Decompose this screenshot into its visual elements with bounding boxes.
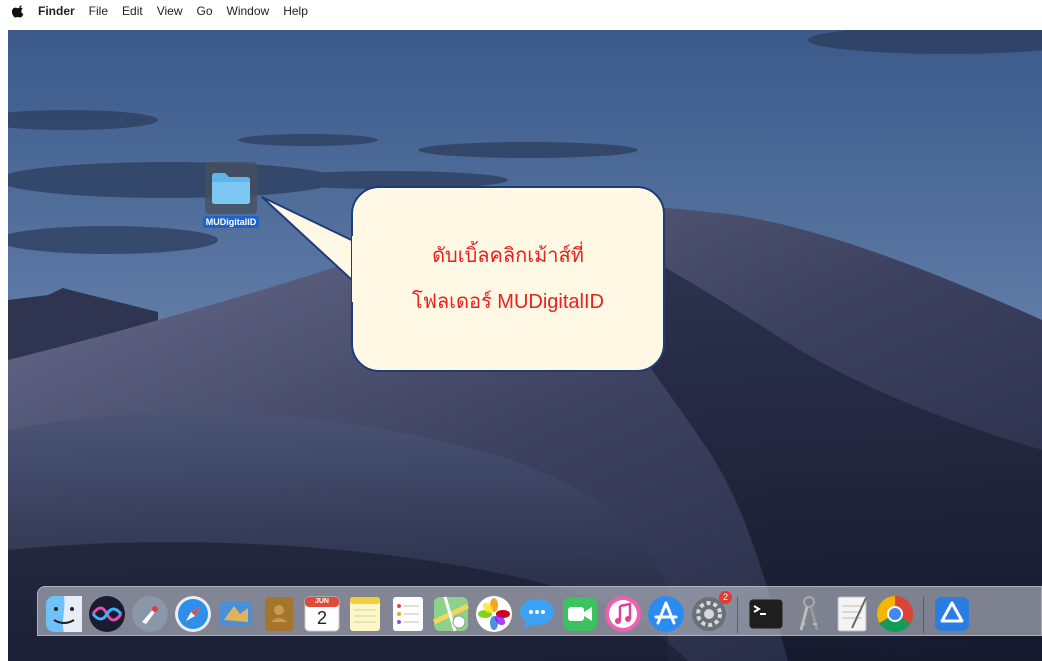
finder-icon[interactable] (44, 594, 84, 634)
keychain-icon[interactable] (789, 594, 829, 634)
drive-icon[interactable] (932, 594, 972, 634)
textedit-icon[interactable] (832, 594, 872, 634)
contacts-icon[interactable] (259, 594, 299, 634)
callout-seam (352, 236, 358, 302)
callout-line-1: ดับเบิ้ลคลิกเม้าส์ที่ (432, 245, 584, 267)
facetime-icon[interactable] (560, 594, 600, 634)
folder-selection[interactable] (205, 162, 257, 214)
chrome-icon[interactable] (875, 594, 915, 634)
menu-help[interactable]: Help (283, 4, 308, 18)
menu-window[interactable]: Window (227, 4, 270, 18)
messages-icon[interactable] (517, 594, 557, 634)
folder-icon[interactable] (210, 170, 252, 206)
itunes-icon[interactable] (603, 594, 643, 634)
safari-icon[interactable] (173, 594, 213, 634)
menu-file[interactable]: File (89, 4, 108, 18)
menu-edit[interactable]: Edit (122, 4, 143, 18)
reminders-icon[interactable] (388, 594, 428, 634)
menu-view[interactable]: View (157, 4, 183, 18)
notification-badge: 2 (719, 591, 732, 604)
apple-icon[interactable] (12, 4, 26, 18)
launchpad-icon[interactable] (130, 594, 170, 634)
callout-line-2: โฟลเดอร์ MUDigitalID (412, 291, 604, 313)
menu-bar: Finder File Edit View Go Window Help (0, 0, 1042, 30)
instruction-callout: ดับเบิ้ลคลิกเม้าส์ที่ โฟลเดอร์ MUDigital… (351, 186, 665, 372)
menu-go[interactable]: Go (197, 4, 213, 18)
siri-icon[interactable] (87, 594, 127, 634)
notes-icon[interactable] (345, 594, 385, 634)
menu-app-name[interactable]: Finder (38, 4, 75, 18)
dock-separator (737, 597, 738, 633)
terminal-icon[interactable] (746, 594, 786, 634)
dock: JUN 2 2 (37, 586, 1042, 636)
app-store-icon[interactable] (646, 594, 686, 634)
mail-icon[interactable] (216, 594, 256, 634)
desktop-folder[interactable]: MUDigitalID (201, 162, 261, 228)
system-preferences-icon[interactable]: 2 (689, 591, 732, 634)
calendar-day: 2 (316, 608, 327, 628)
calendar-icon[interactable]: JUN 2 (302, 594, 342, 634)
maps-icon[interactable] (431, 594, 471, 634)
dock-separator (923, 597, 924, 633)
calendar-month: JUN (314, 598, 329, 605)
photos-icon[interactable] (474, 594, 514, 634)
folder-name[interactable]: MUDigitalID (202, 216, 260, 228)
